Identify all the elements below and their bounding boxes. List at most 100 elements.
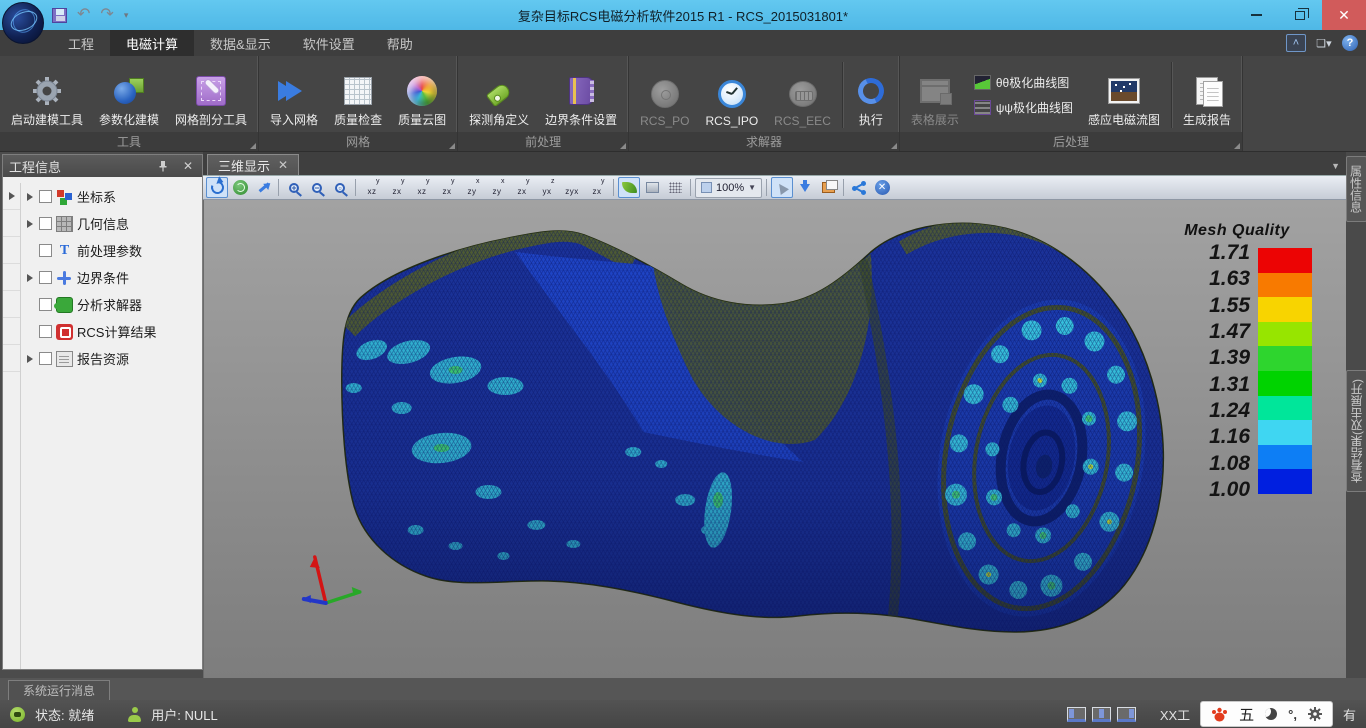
user-label: 用户: NULL bbox=[151, 705, 217, 724]
project-info-panel: 工程信息 ✕ 坐标系 bbox=[2, 154, 203, 670]
zoom-in-button[interactable]: + bbox=[283, 177, 305, 198]
tree-item-preprocess-params[interactable]: T 前处理参数 bbox=[21, 237, 202, 264]
view-orientation-button[interactable]: yzx bbox=[435, 177, 459, 198]
view-orientation-button[interactable]: zyx bbox=[560, 177, 584, 198]
view-orientation-button[interactable]: zyx bbox=[535, 177, 559, 198]
checkbox[interactable] bbox=[39, 271, 52, 284]
boundary-condition-button[interactable]: 边界条件设置 bbox=[538, 58, 624, 132]
mesh-partition-tool-button[interactable]: 网格剖分工具 bbox=[168, 58, 254, 132]
app-logo-icon[interactable] bbox=[2, 2, 44, 44]
launch-modeling-tool-button[interactable]: 启动建模工具 bbox=[4, 58, 90, 132]
tab-em-computation[interactable]: 电磁计算 bbox=[110, 30, 194, 56]
titlebar: ↶ ↷ ▾ 复杂目标RCS电磁分析软件2015 R1 - RCS_2015031… bbox=[0, 0, 1366, 30]
minimize-button[interactable] bbox=[1234, 0, 1278, 30]
property-info-tab[interactable]: 属性信息 bbox=[1346, 156, 1366, 222]
rcs-ipo-button[interactable]: RCS_IPO bbox=[698, 58, 765, 132]
close-button[interactable]: ✕ bbox=[1322, 0, 1366, 30]
quality-check-button[interactable]: 质量检查 bbox=[327, 58, 389, 132]
expander-icon[interactable] bbox=[27, 220, 33, 228]
wireframe-mode-button[interactable] bbox=[641, 177, 663, 198]
refresh-view-button[interactable] bbox=[229, 177, 251, 198]
select-surface-button[interactable] bbox=[771, 177, 793, 198]
induced-current-map-button[interactable]: 感应电磁流图 bbox=[1081, 58, 1167, 132]
layout-center-button[interactable] bbox=[1092, 707, 1111, 722]
view-results-tab[interactable]: 查看结果(双击展开) bbox=[1346, 370, 1366, 492]
rotate-view-button[interactable] bbox=[206, 177, 228, 198]
expander-icon[interactable] bbox=[27, 355, 33, 363]
parametric-modeling-button[interactable]: 参数化建模 bbox=[92, 58, 166, 132]
cancel-operation-button[interactable]: ✕ bbox=[871, 177, 893, 198]
message-strip: 系统运行消息 bbox=[0, 678, 1366, 700]
checkbox[interactable] bbox=[39, 244, 52, 257]
tree-item-rcs-results[interactable]: RCS计算结果 bbox=[21, 318, 202, 345]
restore-button[interactable] bbox=[1278, 0, 1322, 30]
psi-polarization-curve-button[interactable]: ψψ极化曲线图 bbox=[974, 99, 1073, 116]
viewport-3d-canvas[interactable]: Mesh Quality 1.711.63 1.551.47 1.391.31 … bbox=[203, 200, 1346, 678]
generate-report-button[interactable]: 生成报告 bbox=[1176, 58, 1238, 132]
quality-cloud-button[interactable]: 质量云图 bbox=[391, 58, 453, 132]
expander-icon[interactable] bbox=[27, 274, 33, 282]
import-mesh-button[interactable]: 导入网格 bbox=[263, 58, 325, 132]
ime-wubi-mode[interactable]: 五 bbox=[1239, 704, 1254, 725]
pin-icon[interactable] bbox=[158, 160, 174, 172]
download-view-button[interactable] bbox=[794, 177, 816, 198]
tab-3d-display[interactable]: 三维显示 ✕ bbox=[207, 154, 299, 175]
tree-item-geometry-info[interactable]: 几何信息 bbox=[21, 210, 202, 237]
view-orientation-button[interactable]: yxz bbox=[410, 177, 434, 198]
right-panel-strip: 属性信息 查看结果(双击展开) bbox=[1346, 152, 1366, 678]
points-mode-button[interactable] bbox=[664, 177, 686, 198]
checkbox[interactable] bbox=[39, 190, 52, 203]
tab-data-display[interactable]: 数据&显示 bbox=[194, 30, 287, 56]
checkbox[interactable] bbox=[39, 217, 52, 230]
checkbox[interactable] bbox=[39, 352, 52, 365]
close-tab-icon[interactable]: ✕ bbox=[278, 158, 288, 172]
tab-help[interactable]: 帮助 bbox=[371, 30, 429, 56]
tab-software-settings[interactable]: 软件设置 bbox=[287, 30, 371, 56]
layout-right-button[interactable] bbox=[1117, 707, 1136, 722]
expander-icon[interactable] bbox=[27, 193, 33, 201]
share-flow-button[interactable] bbox=[848, 177, 870, 198]
checkbox[interactable] bbox=[39, 325, 52, 338]
copy-view-button[interactable] bbox=[817, 177, 839, 198]
view-orientation-button[interactable]: xzy bbox=[460, 177, 484, 198]
layout-toggle-group bbox=[1067, 707, 1136, 722]
zoom-level-control[interactable]: 100% ▼ bbox=[695, 178, 762, 198]
root-expander-icon[interactable] bbox=[9, 192, 15, 200]
view-orientation-button[interactable]: yzx bbox=[510, 177, 534, 198]
tree-item-report-resources[interactable]: 报告资源 bbox=[21, 345, 202, 372]
zoom-window-button[interactable]: ▫ bbox=[329, 177, 351, 198]
help-icon[interactable]: ? bbox=[1342, 35, 1358, 51]
mesh-wrench-icon bbox=[194, 74, 228, 108]
tab-engineering[interactable]: 工程 bbox=[52, 30, 110, 56]
tree-item-coordinate-system[interactable]: 坐标系 bbox=[21, 183, 202, 210]
ime-punctuation-icon[interactable]: °, bbox=[1288, 707, 1297, 722]
fit-view-button[interactable] bbox=[252, 177, 274, 198]
shaded-mode-button[interactable] bbox=[618, 177, 640, 198]
zoom-level-value: 100% bbox=[716, 182, 744, 194]
system-message-tab[interactable]: 系统运行消息 bbox=[8, 680, 110, 700]
theta-polarization-curve-button[interactable]: θθ极化曲线图 bbox=[974, 74, 1073, 91]
mesh-sheet-icon bbox=[341, 74, 375, 108]
legend-values: 1.711.63 1.551.47 1.391.31 1.241.16 1.08… bbox=[1162, 242, 1250, 500]
collapse-ribbon-icon[interactable]: ˄ bbox=[1286, 34, 1306, 52]
view-orientation-button[interactable]: xzy bbox=[485, 177, 509, 198]
view-orientation-button[interactable]: yzx bbox=[385, 177, 409, 198]
layout-left-button[interactable] bbox=[1067, 707, 1086, 722]
zoom-out-button[interactable]: − bbox=[306, 177, 328, 198]
view-orientation-button[interactable]: yzx bbox=[585, 177, 609, 198]
execute-button[interactable]: 执行 bbox=[847, 58, 895, 132]
ime-settings-gear-icon[interactable] bbox=[1308, 707, 1322, 721]
probe-angle-button[interactable]: 探测角定义 bbox=[462, 58, 536, 132]
zoom-dropdown-icon[interactable]: ▼ bbox=[748, 183, 756, 192]
tabbar-dropdown-icon[interactable]: ▼ bbox=[1331, 161, 1340, 171]
tree-item-boundary-conditions[interactable]: 边界条件 bbox=[21, 264, 202, 291]
ime-halfwidth-moon-icon[interactable] bbox=[1265, 708, 1277, 720]
checkbox[interactable] bbox=[39, 298, 52, 311]
tree-item-analysis-solver[interactable]: 分析求解器 bbox=[21, 291, 202, 318]
view-orientation-button[interactable]: yxz bbox=[360, 177, 384, 198]
close-panel-icon[interactable]: ✕ bbox=[180, 159, 196, 173]
table-window-icon bbox=[918, 74, 952, 108]
ribbon-group-postprocess: 表格展示 θθ极化曲线图 ψψ极化曲线图 感应电磁流图 bbox=[900, 56, 1243, 151]
window-style-icon[interactable]: ❏▾ bbox=[1314, 34, 1334, 52]
baidu-paw-icon[interactable] bbox=[1211, 707, 1228, 722]
